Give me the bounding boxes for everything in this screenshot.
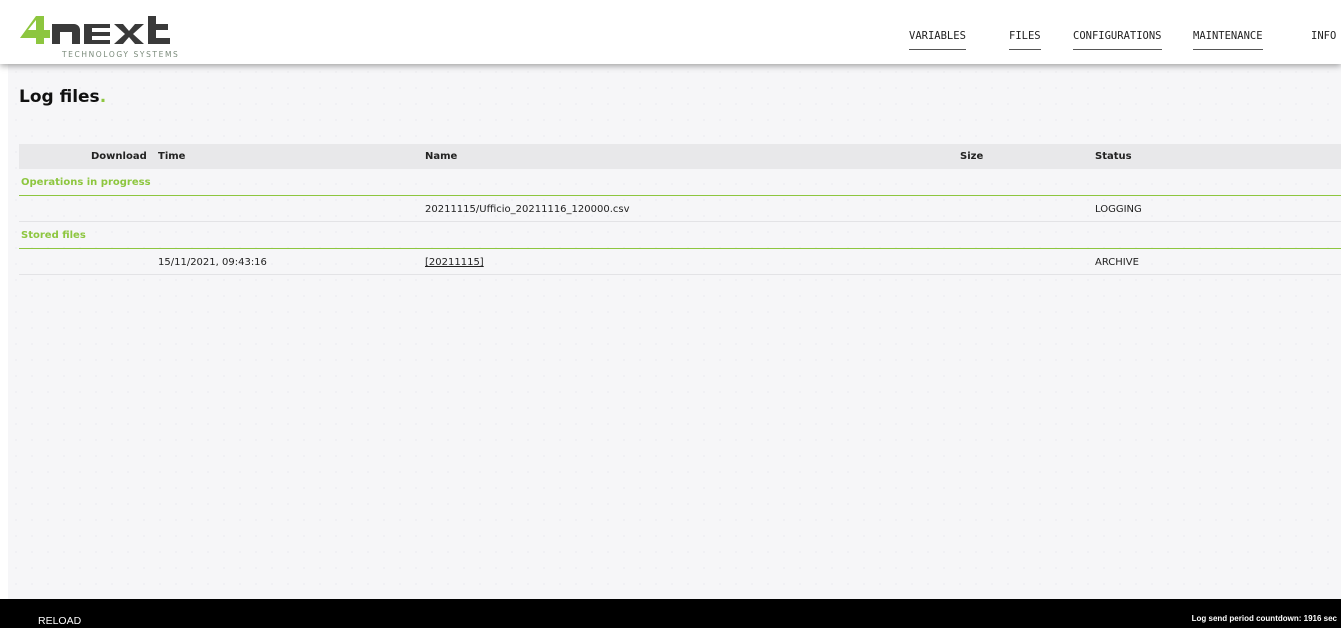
footer-bar: RELOAD Log send period countdown: 1916 s… [0, 599, 1341, 628]
page-title-dot: . [99, 87, 107, 107]
cell-status: LOGGING [1095, 204, 1142, 215]
column-header-download[interactable]: Download [91, 151, 147, 162]
group-row-operations: Operations in progress [19, 169, 1341, 196]
logo-subtitle: TECHNOLOGY SYSTEMS [62, 50, 180, 59]
main-content: Log files. Download Time Name Size Statu… [8, 64, 1341, 599]
log-files-table: Download Time Name Size Status Operation… [19, 144, 1341, 275]
nav-item-variables[interactable]: VARIABLES [909, 30, 966, 50]
countdown-status: Log send period countdown: 1916 sec [1191, 614, 1337, 623]
cell-time: 15/11/2021, 09:43:16 [158, 257, 267, 268]
nav-item-configurations[interactable]: CONFIGURATIONS [1073, 30, 1162, 50]
nav-item-files[interactable]: FILES [1009, 30, 1041, 50]
column-header-size[interactable]: Size [960, 151, 983, 162]
column-header-name[interactable]: Name [425, 151, 457, 162]
page-title: Log files. [19, 87, 106, 107]
logo-4next-icon [20, 16, 170, 44]
group-row-stored: Stored files [19, 222, 1341, 249]
nav-item-maintenance[interactable]: MAINTENANCE [1193, 30, 1263, 50]
table-row: 20211115/Ufficio_20211116_120000.csv LOG… [19, 196, 1341, 222]
column-header-status[interactable]: Status [1095, 151, 1132, 162]
group-label-operations: Operations in progress [21, 177, 151, 188]
cell-name: 20211115/Ufficio_20211116_120000.csv [425, 204, 630, 215]
column-header-time[interactable]: Time [158, 151, 185, 162]
cell-name: [20211115] [425, 257, 484, 268]
brand-logo[interactable]: TECHNOLOGY SYSTEMS [18, 10, 178, 60]
page-title-text: Log files [19, 87, 100, 107]
cell-status: ARCHIVE [1095, 257, 1139, 268]
nav-item-info[interactable]: INFO [1311, 30, 1336, 49]
top-header: TECHNOLOGY SYSTEMS VARIABLES FILES CONFI… [0, 0, 1341, 64]
table-row: 15/11/2021, 09:43:16 [20211115] ARCHIVE [19, 249, 1341, 275]
reload-button[interactable]: RELOAD [38, 615, 81, 627]
group-label-stored: Stored files [21, 230, 86, 241]
table-header: Download Time Name Size Status [19, 144, 1341, 169]
archive-folder-link[interactable]: [20211115] [425, 257, 484, 268]
